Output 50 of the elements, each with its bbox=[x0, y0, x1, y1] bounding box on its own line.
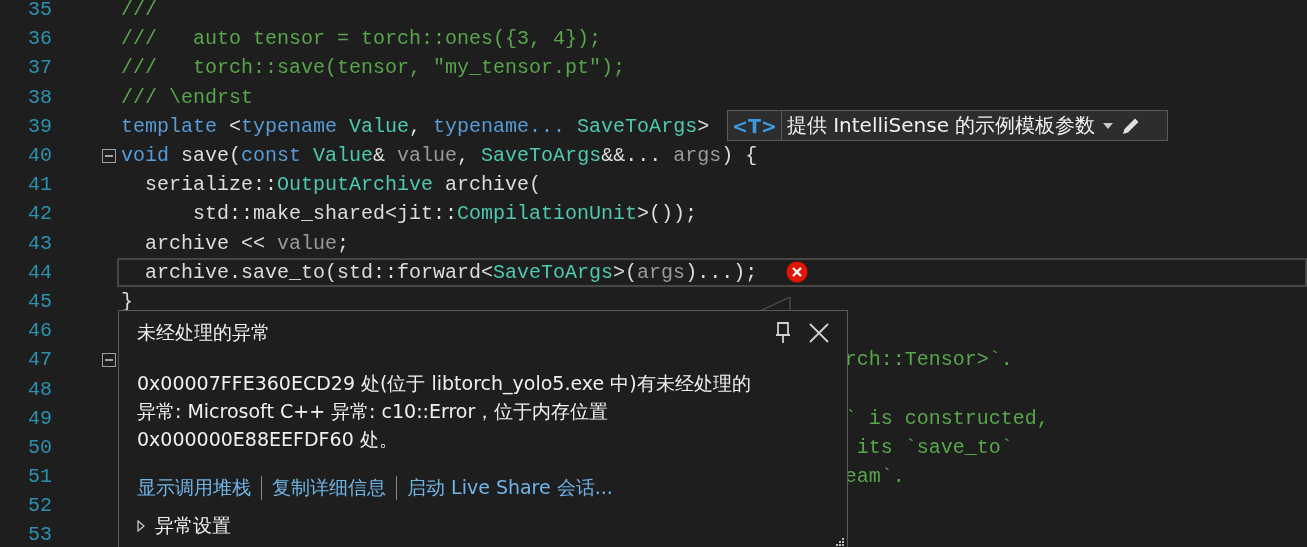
line-number: 51 bbox=[27, 465, 52, 489]
line-number: 39 bbox=[27, 114, 52, 138]
line-number: 53 bbox=[27, 523, 52, 547]
code-line: std::make_shared<jit::CompilationUnit>()); bbox=[192, 202, 698, 226]
code-line: /// \endrst bbox=[121, 85, 254, 109]
collapse-icon[interactable] bbox=[102, 148, 116, 163]
exception-settings-expander[interactable]: 异常设置 bbox=[137, 513, 829, 539]
code-line: rch::Tensor>`. bbox=[844, 348, 1013, 372]
close-icon[interactable] bbox=[809, 323, 829, 343]
code-line: serialize::OutputArchive archive( bbox=[144, 173, 542, 197]
pin-icon[interactable] bbox=[775, 322, 791, 344]
code-line: void save(const Value& value, SaveToArgs&&... args) { bbox=[121, 144, 758, 168]
template-hint-bar[interactable]: <T> 提供 IntelliSense 的示例模板参数 bbox=[727, 110, 1168, 141]
line-number: 38 bbox=[27, 85, 52, 109]
code-line: /// torch::save(tensor, "my_tensor.pt"); bbox=[121, 56, 626, 80]
exception-message: 0x00007FFE360ECD29 处(位于 libtorch_yolo5.exe 中)有未经处理的 bbox=[137, 371, 752, 397]
line-number: 37 bbox=[27, 56, 52, 80]
code-line: its `save_to` bbox=[855, 435, 1013, 459]
code-line: /// bbox=[121, 0, 157, 22]
template-badge: <T> bbox=[728, 111, 782, 140]
line-number: 44 bbox=[27, 260, 52, 284]
code-line: template <typename Value, typename... SaveToArgs> bbox=[121, 114, 710, 138]
line-number: 43 bbox=[27, 231, 52, 255]
hint-label: 提供 IntelliSense 的示例模板参数 bbox=[786, 112, 1096, 139]
code-line: ` is constructed, bbox=[844, 406, 1049, 430]
exception-message: 0x000000E88EEFDF60 处。 bbox=[137, 427, 399, 452]
collapse-icon[interactable] bbox=[102, 352, 116, 367]
line-number: 50 bbox=[27, 435, 52, 459]
popup-link[interactable]: 启动 Live Share 会话... bbox=[407, 475, 613, 501]
line-number: 47 bbox=[27, 348, 52, 372]
line-number: 46 bbox=[27, 319, 52, 343]
popup-title: 未经处理的异常 bbox=[137, 320, 271, 345]
dropdown-caret-icon[interactable] bbox=[1103, 122, 1114, 129]
popup-link[interactable]: 复制详细信息 bbox=[272, 475, 386, 501]
line-number: 42 bbox=[27, 202, 52, 226]
error-icon[interactable] bbox=[786, 261, 809, 284]
code-line: /// auto tensor = torch::ones({3, 4}); bbox=[121, 27, 602, 51]
line-number: 35 bbox=[27, 0, 52, 22]
resize-grip-icon[interactable] bbox=[835, 537, 845, 547]
line-number: 48 bbox=[27, 377, 52, 401]
exception-message: 异常: Microsoft C++ 异常: c10::Error，位于内存位置 bbox=[137, 399, 610, 424]
popup-link[interactable]: 显示调用堆栈 bbox=[137, 475, 251, 501]
code-line: archive << value; bbox=[144, 231, 350, 255]
line-number: 36 bbox=[27, 27, 52, 51]
line-number: 45 bbox=[27, 289, 52, 313]
code-line: archive.save_to(std::forward<SaveToArgs>(args)...); bbox=[144, 260, 758, 284]
line-number: 52 bbox=[27, 494, 52, 518]
line-number: 41 bbox=[27, 173, 52, 197]
line-number: 40 bbox=[27, 144, 52, 168]
line-number: 49 bbox=[27, 406, 52, 430]
